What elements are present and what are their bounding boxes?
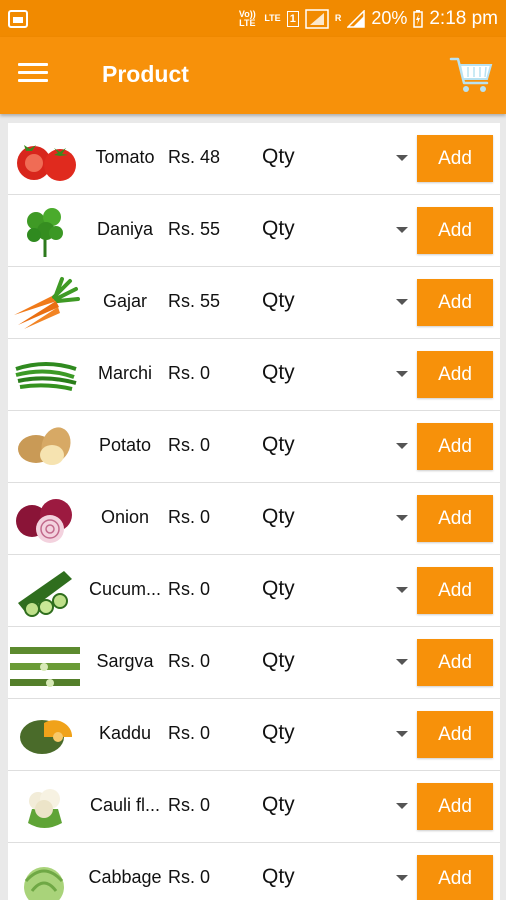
qty-selector[interactable]: Qty [262,793,295,817]
cart-icon[interactable] [449,51,495,97]
add-button[interactable]: Add [417,135,493,182]
product-name: Daniya [96,219,154,239]
chevron-down-icon[interactable] [396,515,408,521]
product-price: Rs. 0 [168,507,211,527]
product-name: Gajar [102,291,147,311]
coriander-icon [27,208,63,257]
product-row: Daniya Rs. 55 Qty Add [8,195,500,267]
potato-icon [18,427,71,465]
product-price: Rs. 0 [168,579,211,599]
carrot-icon [14,277,80,329]
qty-selector[interactable]: Qty [262,721,295,745]
add-button[interactable]: Add [417,783,493,830]
battery-percentage: 20% [371,8,408,28]
product-name: Sargva [96,651,154,671]
add-button[interactable]: Add [417,351,493,398]
qty-selector[interactable]: Qty [262,865,295,889]
product-row: Potato Rs. 0 Qty Add [8,411,500,483]
qty-selector[interactable]: Qty [262,289,295,313]
product-name: Cucum... [88,579,162,599]
cucumber-icon [18,571,72,617]
product-price: Rs. 0 [168,363,211,383]
product-row: Cabbage Rs. 0 Qty Add [8,843,500,900]
product-price: Rs. 0 [168,795,211,815]
add-button[interactable]: Add [417,207,493,254]
qty-selector[interactable]: Qty [262,577,295,601]
chevron-down-icon[interactable] [396,659,408,665]
product-row: Cauli fl... Rs. 0 Qty Add [8,771,500,843]
product-row: Cucum... Rs. 0 Qty Add [8,555,500,627]
chevron-down-icon[interactable] [396,155,408,161]
gallery-notification-icon [8,9,28,28]
volte-indicator: Vo)) LTE [238,8,256,28]
product-price: Rs. 0 [168,867,211,887]
tomato-icon [17,145,76,181]
add-button[interactable]: Add [417,567,493,614]
chevron-down-icon[interactable] [396,875,408,881]
qty-selector[interactable]: Qty [262,361,295,385]
product-price: Rs. 0 [168,723,211,743]
qty-selector[interactable]: Qty [262,217,295,241]
app-bar: Product [0,37,506,114]
product-price: Rs. 0 [168,435,211,455]
cauliflower-icon [28,789,62,828]
roaming-indicator: R [334,13,342,23]
pumpkin-icon [20,720,73,754]
product-price: Rs. 48 [168,147,221,167]
qty-selector[interactable]: Qty [262,145,295,169]
status-bar: Vo)) LTE LTE 1 R 20% 2:18 pm [0,0,506,37]
drumstick-icon [10,647,80,687]
clock: 2:18 pm [429,7,498,29]
chevron-down-icon[interactable] [396,587,408,593]
qty-selector[interactable]: Qty [262,649,295,673]
product-price: Rs. 0 [168,651,211,671]
signal-strength-2-icon [347,9,366,28]
product-name: Cauli fl... [89,795,161,815]
product-name: Onion [100,507,150,527]
product-name: Tomato [95,147,155,167]
qty-selector[interactable]: Qty [262,505,295,529]
product-row: Marchi Rs. 0 Qty Add [8,339,500,411]
product-price: Rs. 55 [168,291,221,311]
lte-indicator: LTE [264,13,281,23]
page-title: Product [102,61,189,87]
product-row: Onion Rs. 0 Qty Add [8,483,500,555]
cabbage-icon [24,867,64,900]
status-indicators: Vo)) LTE LTE 1 R 20% 2:18 pm [236,8,498,30]
product-name: Marchi [97,363,152,383]
chevron-down-icon[interactable] [396,227,408,233]
product-list: Tomato Rs. 48 Qty Add Daniya Rs. 55 Qty … [8,123,500,900]
chevron-down-icon[interactable] [396,803,408,809]
signal-strength-icon [305,8,329,29]
product-name: Cabbage [88,867,162,887]
product-name: Potato [98,435,152,455]
status-notifications [8,9,236,28]
add-button[interactable]: Add [417,495,493,542]
add-button[interactable]: Add [417,639,493,686]
product-name: Kaddu [98,723,152,743]
chevron-down-icon[interactable] [396,443,408,449]
chili-icon [15,362,77,391]
sim1-indicator: 1 [286,10,299,27]
chevron-down-icon[interactable] [396,299,408,305]
menu-icon[interactable] [18,63,48,87]
product-row: Kaddu Rs. 0 Qty Add [8,699,500,771]
add-button[interactable]: Add [417,711,493,758]
onion-icon [16,499,72,543]
add-button[interactable]: Add [417,423,493,470]
chevron-down-icon[interactable] [396,731,408,737]
battery-charging-icon [413,9,424,28]
add-button[interactable]: Add [417,855,493,900]
chevron-down-icon[interactable] [396,371,408,377]
product-row: Gajar Rs. 55 Qty Add [8,267,500,339]
product-row: Sargva Rs. 0 Qty Add [8,627,500,699]
add-button[interactable]: Add [417,279,493,326]
product-row: Tomato Rs. 48 Qty Add [8,123,500,195]
qty-selector[interactable]: Qty [262,433,295,457]
product-price: Rs. 55 [168,219,221,239]
